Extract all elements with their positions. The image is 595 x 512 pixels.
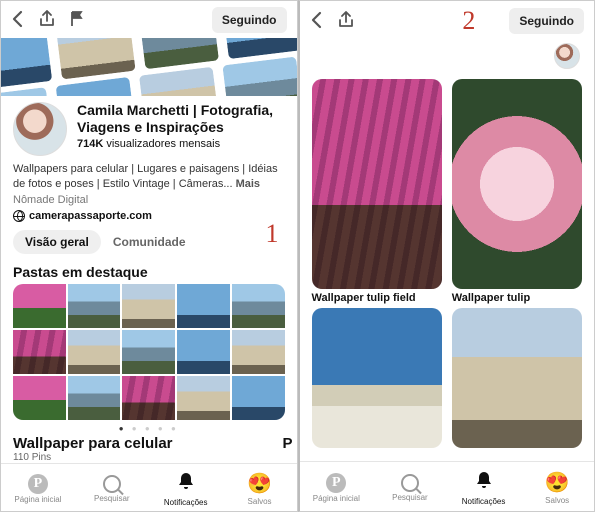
bell-icon [474,470,494,496]
board-title[interactable]: Wallpaper para celular [1,435,282,452]
profile-subtitle: Nômade Digital [1,192,297,206]
bottom-tabbar: P Página inicial Pesquisar Notificações … [300,461,595,511]
pin-image[interactable] [312,79,442,289]
annotation-2: 2 [462,6,475,36]
screenshot-panel-1: Seguindo Camila Marchetti | Fotografia, … [0,0,298,512]
tab-search[interactable]: Pesquisar [373,474,447,502]
top-nav: Seguindo [1,1,297,38]
featured-section-title: Pastas em destaque [1,260,297,284]
tab-notifications[interactable]: Notificações [149,471,223,507]
next-board-initial: P [282,435,296,452]
profile-bio: Wallpapers para celular | Lugares e pais… [1,160,297,192]
pin-caption: Wallpaper tulip [452,292,582,304]
tab-community[interactable]: Comunidade [109,230,190,254]
pin-item[interactable]: Wallpaper tulip field [312,79,442,304]
heart-eyes-icon: 😍 [545,470,570,495]
tab-notifications[interactable]: Notificações [447,470,521,506]
tab-saved[interactable]: 😍 Salvos [520,470,594,505]
pin-item[interactable] [452,308,582,448]
avatar[interactable] [554,43,580,69]
profile-stats: 714K visualizadores mensais [77,138,285,150]
search-icon [401,474,419,492]
back-icon[interactable] [310,11,324,32]
tab-home[interactable]: P Página inicial [1,474,75,504]
bell-icon [176,471,196,497]
pinterest-icon: P [326,473,346,493]
tab-saved[interactable]: 😍 Salvos [223,471,297,506]
globe-icon [13,210,25,222]
annotation-1: 1 [266,219,279,249]
follow-button[interactable]: Seguindo [509,8,584,34]
cover-collage [1,38,297,97]
tab-search[interactable]: Pesquisar [75,475,149,503]
top-nav: 2 Seguindo [300,1,595,39]
tab-home[interactable]: P Página inicial [300,473,374,503]
back-icon[interactable] [11,10,25,31]
featured-boards[interactable]: ● ● ● ● ● [1,284,297,435]
tab-overview[interactable]: Visão geral [13,230,101,254]
pinterest-icon: P [28,474,48,494]
avatar[interactable] [13,102,67,156]
pin-item[interactable] [312,308,442,448]
screenshot-panel-2: 2 Seguindo Wallpaper tulip field Wallpap… [298,0,595,512]
follow-button[interactable]: Seguindo [212,7,287,33]
pin-item[interactable]: Wallpaper tulip [452,79,582,304]
profile-link[interactable]: camerapassaporte.com [1,206,297,222]
profile-header: Camila Marchetti | Fotografia, Viagens e… [1,96,297,160]
profile-name: Camila Marchetti | Fotografia, Viagens e… [77,102,285,136]
more-link[interactable]: Mais [236,178,260,190]
share-icon[interactable] [338,11,354,32]
carousel-dots[interactable]: ● ● ● ● ● [13,424,285,433]
board-collage[interactable] [13,284,285,420]
pin-image[interactable] [452,79,582,289]
heart-eyes-icon: 😍 [247,471,272,496]
share-icon[interactable] [39,10,55,31]
pin-grid: Wallpaper tulip field Wallpaper tulip [300,73,595,461]
profile-tabs: Visão geral Comunidade [1,222,297,260]
pin-image[interactable] [312,308,442,448]
bottom-tabbar: P Página inicial Pesquisar Notificações … [1,463,297,511]
board-pin-count: 110 Pins [1,452,282,463]
search-icon [103,475,121,493]
pin-caption: Wallpaper tulip field [312,292,442,304]
flag-icon[interactable] [69,10,83,31]
pin-image[interactable] [452,308,582,448]
